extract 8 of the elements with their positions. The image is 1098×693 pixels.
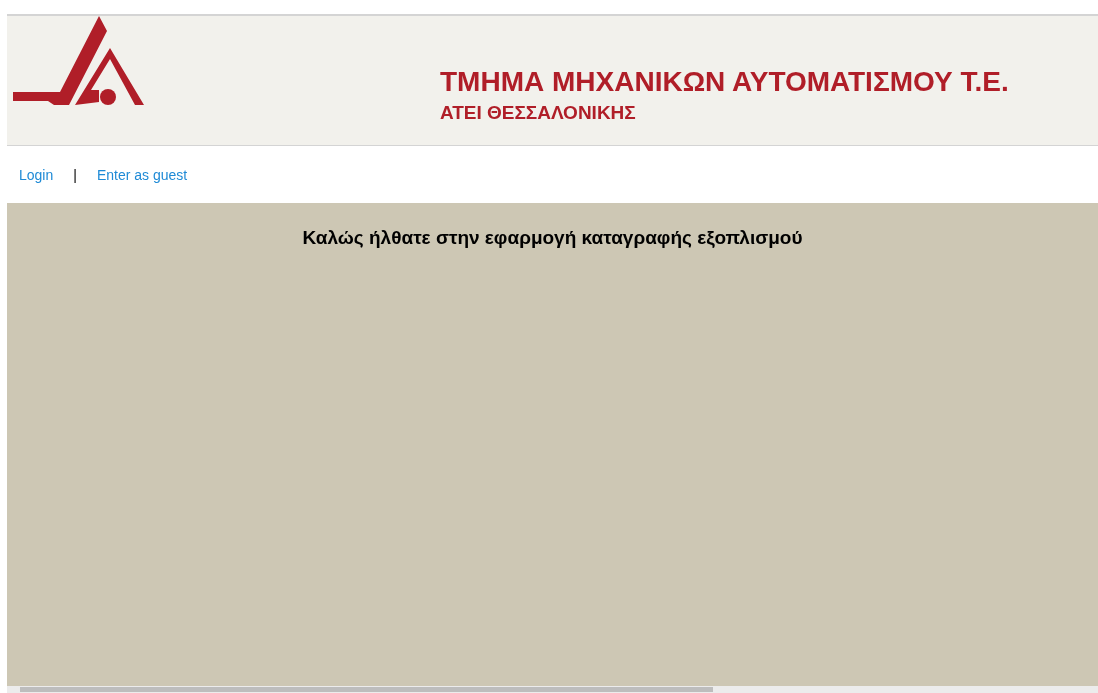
logo-icon (13, 16, 144, 107)
department-title: ΤΜΗΜΑ ΜΗΧΑΝΙΚΩΝ ΑΥΤΟΜΑΤΙΣΜΟΥ Τ.Ε. (440, 66, 1009, 98)
welcome-heading: Καλώς ήλθατε στην εφαρμογή καταγραφής εξοπλισμού (301, 227, 804, 250)
institution-subtitle: ΑΤΕΙ ΘΕΣΣΑΛΟΝΙΚΗΣ (440, 102, 637, 124)
separator: | (73, 166, 77, 183)
login-link[interactable]: Login (19, 166, 54, 183)
scrollbar[interactable] (7, 686, 1098, 693)
guest-link[interactable]: Enter as guest (96, 166, 188, 183)
